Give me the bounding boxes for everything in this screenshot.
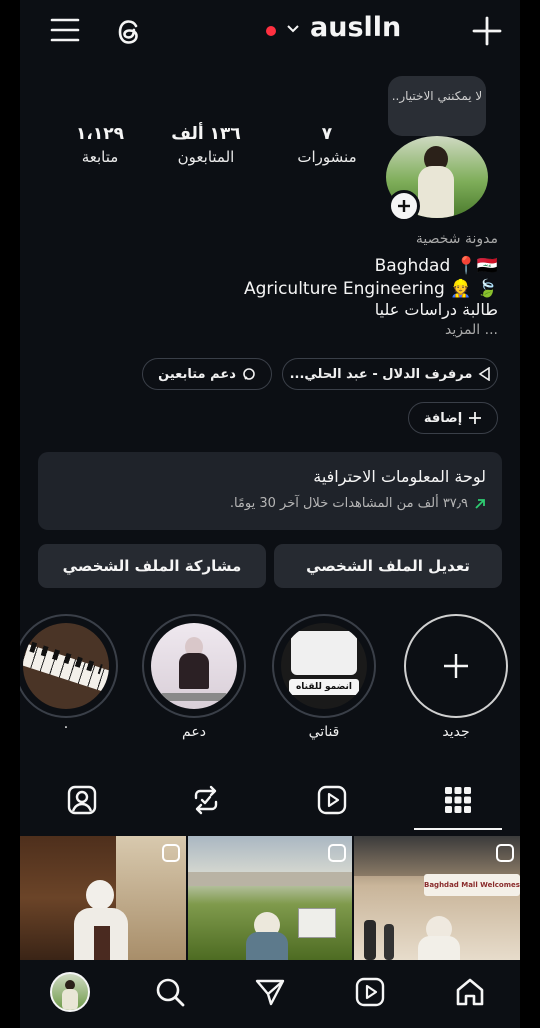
support-followers-link[interactable]: دعم متابعين: [142, 358, 272, 390]
stat-followers-label: المتابعون: [177, 148, 235, 166]
grid-icon: [445, 787, 471, 813]
bio-more-link[interactable]: ... المزيد: [445, 322, 498, 338]
note-bubble[interactable]: لا يمكنني الاختيار..: [388, 76, 486, 136]
reels-icon: [355, 977, 385, 1007]
plus-icon: [444, 654, 468, 678]
tab-grid[interactable]: [438, 780, 478, 820]
search-icon: [156, 978, 185, 1007]
music-link[interactable]: مرفرف الدلال - عبد الحلي...: [282, 358, 498, 390]
highlight-piano[interactable]: [20, 614, 118, 718]
stat-followers-value: ١٣٦ ألف: [171, 124, 241, 144]
grid-post-3[interactable]: [20, 836, 186, 960]
dashboard-title: لوحة المعلومات الاحترافية: [313, 467, 486, 486]
dashboard-subtitle: ٣٧٫٩ ألف من المشاهدات خلال آخر 30 يومًا.: [229, 496, 468, 511]
grid-post-2[interactable]: [188, 836, 352, 960]
tab-reels[interactable]: [312, 780, 352, 820]
bio-line-study: طالبة دراسات عليا: [374, 300, 498, 319]
highlight-support[interactable]: [142, 614, 246, 718]
play-icon: [478, 367, 491, 381]
highlight-new[interactable]: [404, 614, 508, 718]
tab-reposts[interactable]: [186, 780, 226, 820]
reel-badge-icon: [162, 844, 180, 862]
nav-search[interactable]: [150, 972, 190, 1012]
nav-send[interactable]: [250, 972, 290, 1012]
highlight-piano-label: .: [63, 716, 69, 732]
tab-tagged[interactable]: [62, 780, 102, 820]
plus-icon[interactable]: [472, 16, 502, 46]
reels-icon: [317, 785, 347, 815]
stat-following-label: متابعة: [81, 148, 119, 166]
add-link-label: إضافة: [423, 410, 463, 426]
dashboard-subtitle-row: ٣٧٫٩ ألف من المشاهدات خلال آخر 30 يومًا.: [230, 496, 486, 511]
edit-profile-button[interactable]: تعديل الملف الشخصي: [274, 544, 502, 588]
stat-posts-label: منشورات: [297, 148, 357, 166]
tab-grid-indicator: [414, 828, 502, 830]
link-chat-icon: [243, 368, 255, 380]
highlight-support-cover: [151, 623, 237, 709]
bio-line-location: Baghdad 📍🇮🇶: [374, 256, 498, 276]
highlight-channel-cover: انضمو للقناه: [281, 623, 367, 709]
hamburger-menu-icon[interactable]: [50, 16, 80, 44]
stat-following-value: ١،١٢٩: [76, 124, 124, 144]
grid-post-1[interactable]: Baghdad Mall Welcomes You.: [354, 836, 520, 960]
plus-small-icon: [469, 412, 482, 424]
add-story-icon[interactable]: [388, 190, 420, 222]
profile-screen: auslln لا يمكنني الاختيار.. ٧ منشورات ١٣…: [20, 0, 520, 1028]
professional-dashboard-card[interactable]: لوحة المعلومات الاحترافية ٣٧٫٩ ألف من ال…: [38, 452, 502, 530]
highlight-channel-card-text: انضمو للقناه: [289, 679, 359, 695]
music-link-label: مرفرف الدلال - عبد الحلي...: [289, 366, 473, 382]
highlight-new-label: جديد: [442, 724, 470, 740]
reel-badge-icon: [328, 844, 346, 862]
nav-profile-avatar[interactable]: [50, 972, 90, 1012]
reel-badge-icon: [496, 844, 514, 862]
stat-following[interactable]: ١،١٢٩ متابعة: [70, 124, 130, 166]
bio-line-field: Agriculture Engineering 👷 🍃: [243, 279, 498, 299]
support-followers-label: دعم متابعين: [158, 366, 236, 382]
threads-icon[interactable]: [116, 17, 144, 47]
highlight-piano-cover: [23, 623, 109, 709]
reposts-icon: [194, 785, 218, 815]
trend-up-icon: [475, 498, 485, 509]
add-link-button[interactable]: إضافة: [408, 402, 498, 434]
highlight-channel-label: قناتي: [308, 724, 340, 740]
tagged-icon: [67, 785, 97, 815]
bio-category: مدونة شخصية: [415, 231, 498, 247]
highlight-support-label: دعم: [182, 724, 206, 740]
send-icon: [255, 979, 285, 1006]
username[interactable]: auslln: [310, 12, 401, 43]
stat-posts[interactable]: ٧ منشورات: [292, 124, 362, 166]
nav-home[interactable]: [450, 972, 490, 1012]
share-profile-button[interactable]: مشاركة الملف الشخصي: [38, 544, 266, 588]
nav-reels[interactable]: [350, 972, 390, 1012]
chevron-down-icon[interactable]: [286, 24, 300, 34]
live-dot: [266, 26, 276, 36]
stat-posts-value: ٧: [321, 124, 333, 144]
grid-post-1-caption: Baghdad Mall Welcomes You.: [424, 874, 520, 896]
stat-followers[interactable]: ١٣٦ ألف المتابعون: [166, 124, 246, 166]
highlight-channel[interactable]: انضمو للقناه: [272, 614, 376, 718]
home-icon: [456, 978, 484, 1006]
